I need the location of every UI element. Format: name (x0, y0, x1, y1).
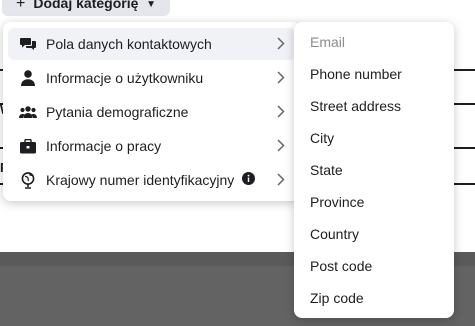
chevron-right-icon (277, 173, 285, 189)
menu-item-label: Informacje o użytkowniku (46, 70, 204, 86)
submenu-item-phone-number[interactable]: Phone number (310, 64, 402, 84)
plus-icon: + (16, 0, 26, 12)
menu-item-demographics[interactable]: Pytania demograficzne (8, 96, 296, 128)
submenu-item-state[interactable]: State (310, 160, 343, 180)
add-category-button[interactable]: + Dodaj kategorię ▼ (2, 0, 170, 16)
submenu-item-country[interactable]: Country (310, 224, 359, 244)
chevron-right-icon (277, 105, 285, 121)
briefcase-icon (19, 137, 37, 155)
submenu-item-zip-code[interactable]: Zip code (310, 288, 364, 308)
group-icon (19, 103, 37, 121)
globe-icon (19, 171, 37, 189)
chevron-right-icon (277, 37, 285, 53)
menu-item-label: Pytania demograficzne (46, 104, 189, 120)
menu-item-label: Informacje o pracy (46, 138, 162, 154)
submenu-item-street-address[interactable]: Street address (310, 96, 401, 116)
contact-fields-submenu: Email Phone number Street address City S… (294, 22, 454, 318)
chevron-right-icon (277, 71, 285, 87)
menu-item-label: Krajowy numer identyfikacyjny (46, 172, 235, 188)
chevron-right-icon (277, 139, 285, 155)
submenu-item-province[interactable]: Province (310, 192, 364, 212)
submenu-item-email: Email (310, 34, 346, 50)
menu-item-contact-fields[interactable]: Pola danych kontaktowych (8, 28, 296, 60)
person-icon (19, 69, 37, 87)
info-icon[interactable] (242, 172, 256, 188)
menu-item-label: Pola danych kontaktowych (46, 36, 212, 52)
menu-item-national-id[interactable]: Krajowy numer identyfikacyjny (8, 164, 296, 196)
add-category-label: Dodaj kategorię (33, 0, 139, 11)
menu-item-work-info[interactable]: Informacje o pracy (8, 130, 296, 162)
submenu-item-city[interactable]: City (310, 128, 334, 148)
chat-bubbles-icon (19, 35, 37, 53)
menu-item-user-info[interactable]: Informacje o użytkowniku (8, 62, 296, 94)
caret-down-icon: ▼ (146, 0, 156, 10)
submenu-item-post-code[interactable]: Post code (310, 256, 372, 276)
category-menu: Pola danych kontaktowych Informacje o uż… (3, 22, 301, 201)
